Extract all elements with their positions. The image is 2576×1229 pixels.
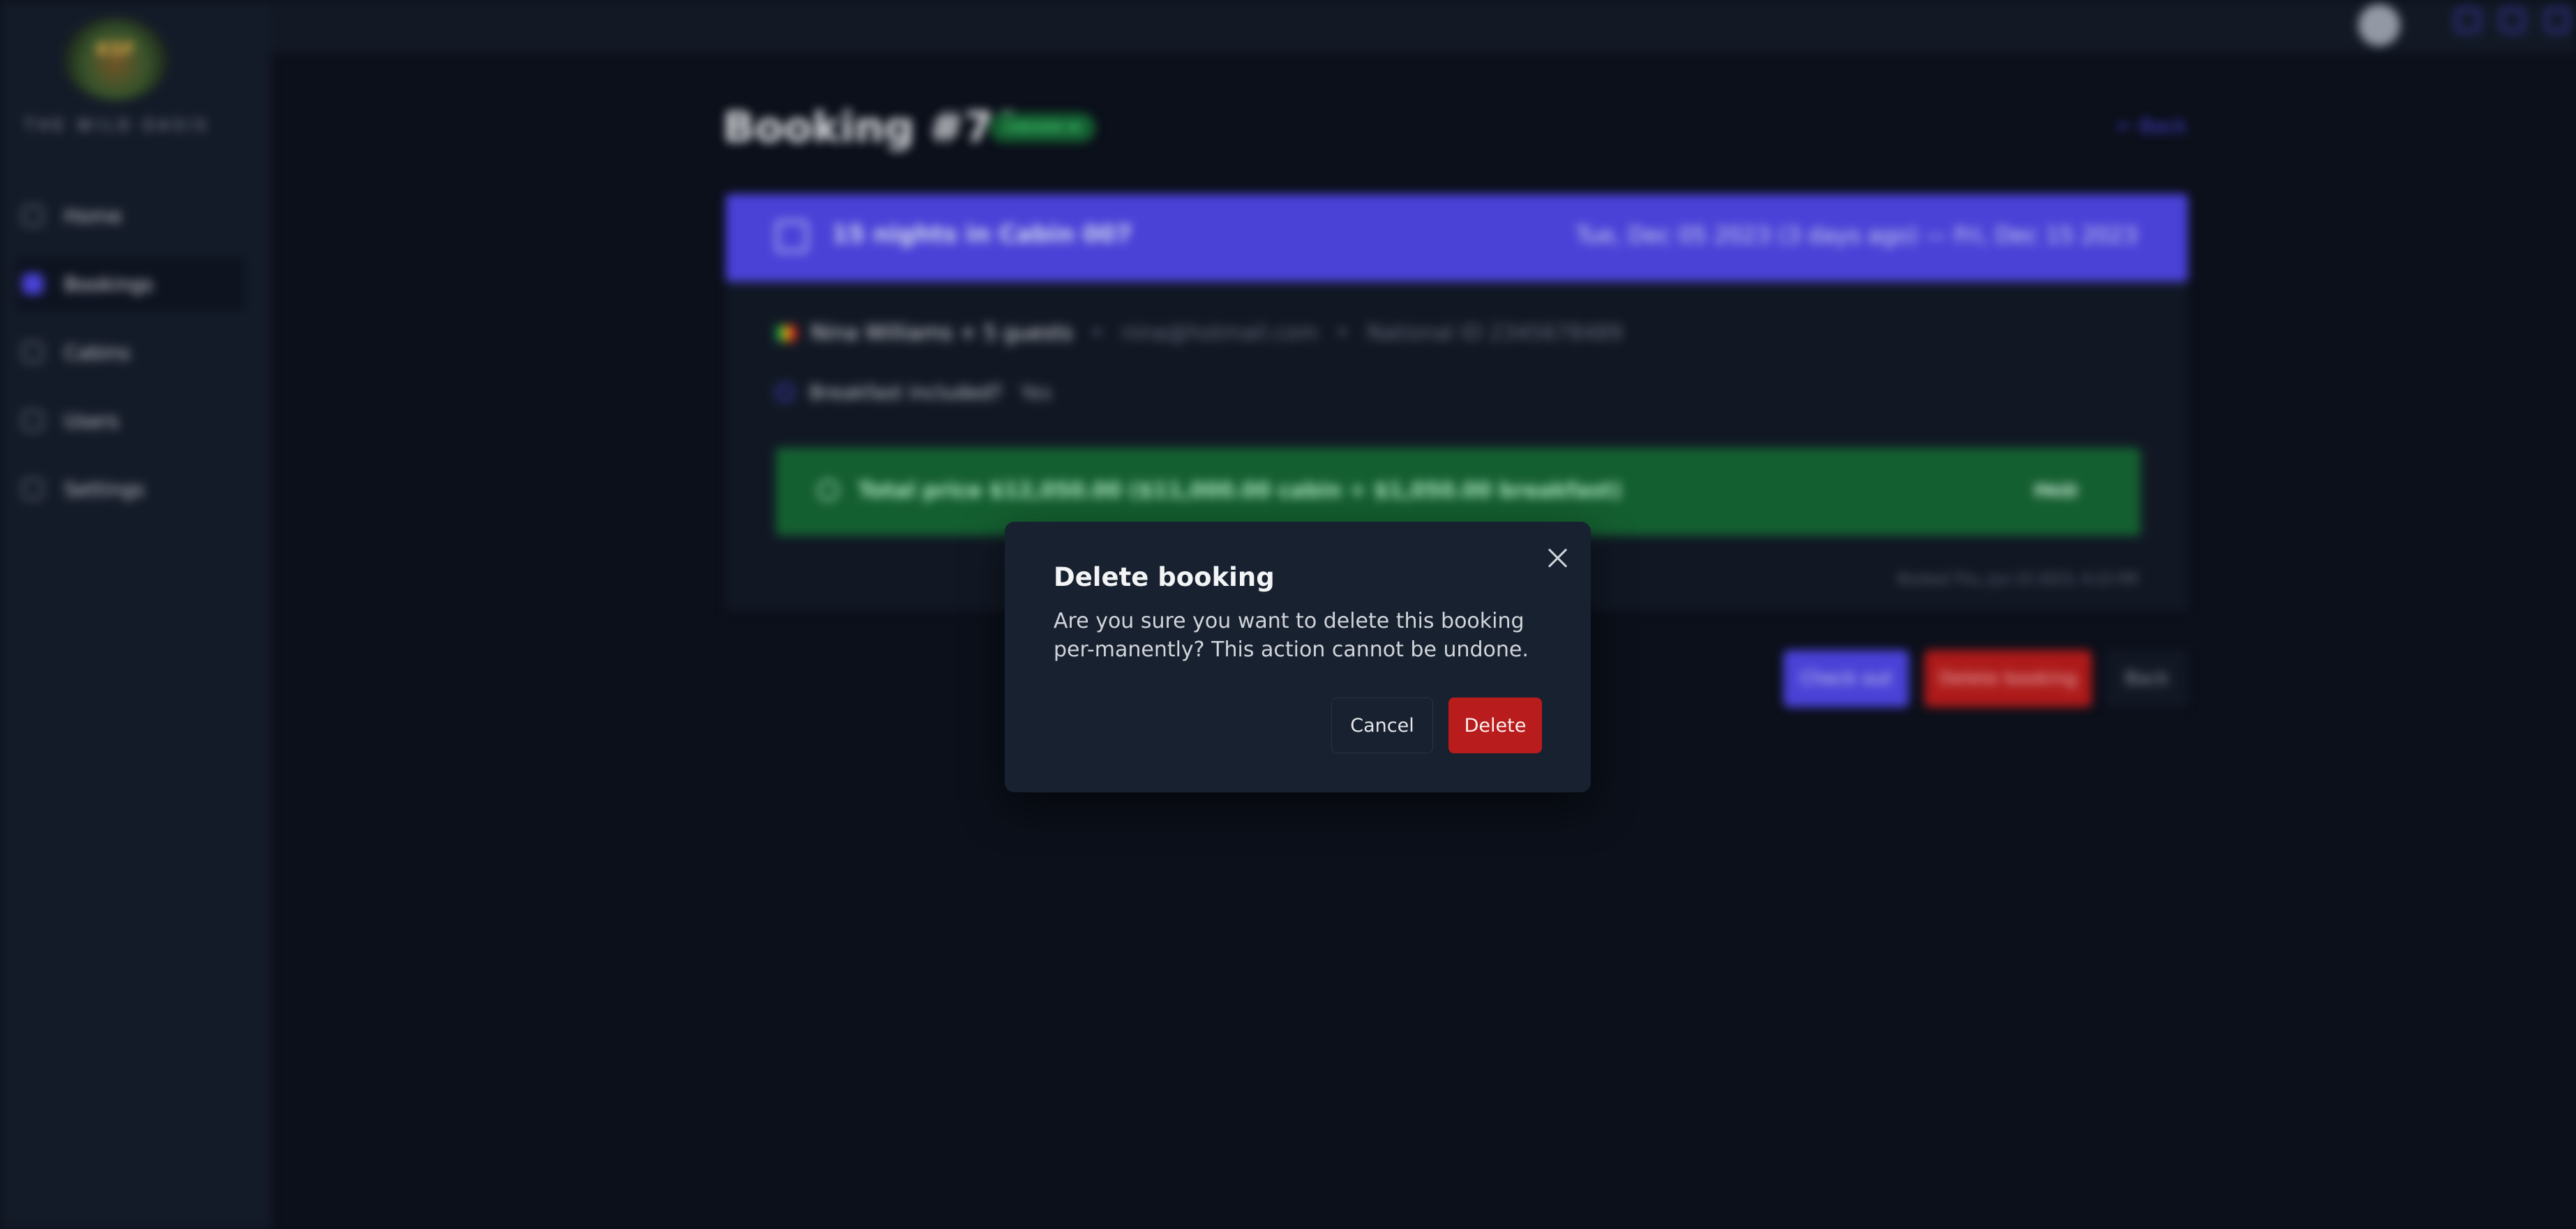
modal-message: Are you sure you want to delete this boo… [1054,609,1529,662]
modal-title: Delete booking [1054,562,1275,592]
cancel-button[interactable]: Cancel [1331,698,1433,753]
delete-booking-modal: Delete booking Are you sure you want to … [1005,522,1591,792]
delete-button[interactable]: Delete [1448,698,1542,753]
close-icon[interactable] [1541,541,1574,575]
